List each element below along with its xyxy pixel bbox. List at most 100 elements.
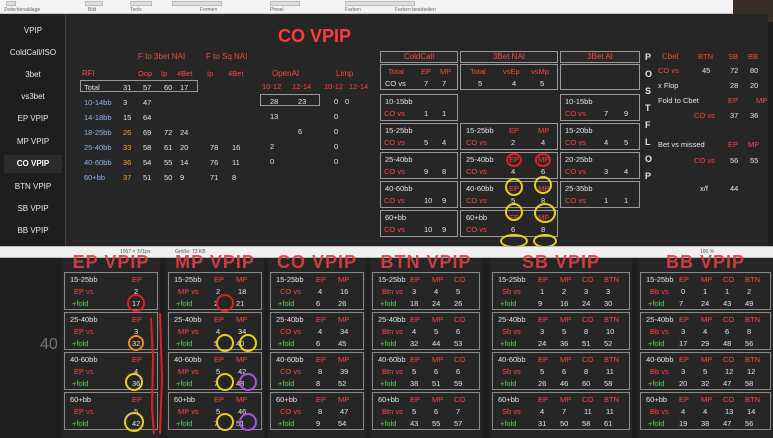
limp-value: 0 bbox=[345, 97, 350, 106]
coldcall-ep-value: 10 bbox=[424, 196, 433, 205]
limp-col: 12-14 bbox=[349, 82, 369, 91]
page-title: CO VPIP bbox=[278, 26, 352, 46]
limp-title: Limp bbox=[336, 69, 354, 78]
rfi-value: 11 bbox=[232, 158, 240, 167]
bvm-ep-val: 56 bbox=[730, 156, 739, 165]
ribbon-label: Zwischenablage bbox=[4, 7, 41, 13]
rfi-row-label: 18-25bb bbox=[84, 128, 112, 137]
3bet-ai-stack-label: 10-15bb bbox=[565, 97, 593, 106]
sidebar-item-btn-vpip[interactable]: BTN VPIP bbox=[4, 178, 62, 196]
coldcall-row-prefix: CO vs bbox=[384, 138, 405, 147]
bvm-col-mp: MP bbox=[748, 140, 760, 149]
3bet-ai-ep-value: 1 bbox=[604, 196, 609, 205]
limp-value: 0 bbox=[334, 127, 339, 136]
lower-sheet: 40 EP VPIP 15-25bb EP EP vs +fold 2 17 25-40bb E… bbox=[0, 252, 773, 438]
coldcall-mp-value: 4 bbox=[442, 138, 447, 147]
annotation-circle bbox=[506, 153, 522, 167]
coldcall-total-label: Total bbox=[388, 67, 404, 76]
ribbon-label: Pinsel bbox=[270, 7, 284, 13]
sidebar-item-co-vpip[interactable]: CO VPIP bbox=[4, 155, 62, 173]
3bet-ai-mp-value: 9 bbox=[624, 109, 629, 118]
tools-group[interactable] bbox=[130, 1, 152, 6]
3bet-col-ep: EP bbox=[509, 126, 520, 135]
3bet-ai-ep-value: 7 bbox=[604, 109, 609, 118]
rfi-value: 16 bbox=[232, 143, 241, 152]
bvm-col-ep: EP bbox=[728, 140, 739, 149]
3bet-row-prefix: CO vs bbox=[466, 225, 487, 234]
color-palette[interactable] bbox=[345, 1, 415, 6]
brush-button[interactable] bbox=[270, 1, 300, 6]
annotation-circle bbox=[124, 412, 144, 432]
rfi-row-label: 25-40bb bbox=[84, 143, 112, 152]
rfi-value: 57 bbox=[143, 83, 152, 92]
3bet-row-prefix: CO vs bbox=[466, 167, 487, 176]
cbet-col: BTN bbox=[698, 52, 713, 61]
3bet-stack-label: 15-25bb bbox=[466, 126, 494, 135]
sidebar-item-coldcall-iso[interactable]: ColdCall/ISO bbox=[4, 44, 62, 62]
coldcall-stack-label: 15-25bb bbox=[385, 126, 413, 135]
rfi-value: 24 bbox=[180, 128, 189, 137]
sidebar-item-bb-vpip[interactable]: BB VPIP bbox=[4, 222, 62, 240]
rfi-title: RFI bbox=[82, 69, 95, 78]
3bet-ai-header: 3Bet AI bbox=[560, 51, 640, 63]
annotation-circle bbox=[239, 413, 257, 431]
cbet-col: BB bbox=[748, 52, 759, 61]
3bet-stack-label: 25-40bb bbox=[466, 155, 494, 164]
annotation-circle bbox=[534, 203, 556, 223]
3bet-ep-value: 4 bbox=[511, 167, 516, 176]
sidebar-item-vpip[interactable]: VPIP bbox=[4, 22, 62, 40]
3bet-ep-value: 6 bbox=[511, 225, 516, 234]
limp-value: 0 bbox=[334, 142, 339, 151]
f-to-sq-header: F to Sq NAI bbox=[206, 52, 248, 61]
rfi-value: 60 bbox=[164, 83, 173, 92]
bet-vs-missed-label: Bet vs missed bbox=[658, 140, 705, 149]
postflop-letter: F bbox=[645, 120, 651, 130]
coldcall-col-ep: EP bbox=[421, 67, 432, 76]
coldcall-ep-value: 10 bbox=[424, 225, 433, 234]
limp-value: 0 bbox=[334, 97, 339, 106]
3bet-ai-row-prefix: CO vs bbox=[565, 109, 586, 118]
3bet-mp-value: 8 bbox=[541, 225, 546, 234]
coldcall-ep-value: 5 bbox=[424, 138, 429, 147]
cbet-value: 36 bbox=[750, 111, 759, 120]
cbet-value: 45 bbox=[702, 66, 711, 75]
sidebar-item-3bet[interactable]: 3bet bbox=[4, 66, 62, 84]
3bet-ai-row-prefix: CO vs bbox=[565, 138, 586, 147]
coldcall-ep-value: 1 bbox=[424, 109, 429, 118]
coldcall-mp-value: 9 bbox=[442, 196, 447, 205]
cbet-row-label: Fold to Cbet bbox=[658, 96, 699, 105]
col-oop: Oop bbox=[138, 69, 153, 78]
paste-button[interactable] bbox=[6, 1, 16, 6]
rfi-value: 55 bbox=[164, 158, 173, 167]
annotation-circle bbox=[505, 203, 523, 221]
annotation-layer bbox=[124, 294, 257, 435]
annotation-circle bbox=[239, 334, 257, 352]
sidebar-item-mp-vpip[interactable]: MP VPIP bbox=[4, 133, 62, 151]
3bet-col-vsmp: vsMp bbox=[531, 67, 549, 76]
select-button[interactable] bbox=[85, 1, 103, 6]
rfi-value: 14 bbox=[180, 158, 189, 167]
col-ip: Ip bbox=[207, 69, 214, 78]
coldcall-row-prefix: CO vs bbox=[384, 196, 405, 205]
limp-col: 10-12 bbox=[324, 82, 344, 91]
cbet-row-label: CO vs bbox=[694, 111, 715, 120]
3bet-ai-stack-label: 15-20bb bbox=[565, 126, 593, 135]
rfi-value: 15 bbox=[123, 113, 132, 122]
rfi-value: 47 bbox=[143, 98, 152, 107]
bvm-row-label: CO vs bbox=[694, 156, 715, 165]
coldcall-header: ColdCall bbox=[380, 51, 458, 63]
sidebar-item-ep-vpip[interactable]: EP VPIP bbox=[4, 110, 62, 128]
rfi-row-label: 60+bb bbox=[84, 173, 106, 182]
rfi-value: 17 bbox=[180, 83, 189, 92]
3bet-stack-label: 60+bb bbox=[466, 213, 488, 222]
sidebar-item-sb-vpip[interactable]: SB VPIP bbox=[4, 200, 62, 218]
3bet-row-prefix: CO vs bbox=[466, 196, 487, 205]
annotation-stroke bbox=[150, 317, 155, 435]
sidebar-item-vs3bet[interactable]: vs3bet bbox=[4, 88, 62, 106]
3bet-mp-value: 4 bbox=[541, 138, 546, 147]
shapes-gallery[interactable] bbox=[172, 1, 222, 6]
rfi-value: 36 bbox=[123, 158, 132, 167]
annotation-circle bbox=[216, 294, 234, 312]
coldcall-row-prefix: CO vs bbox=[384, 225, 405, 234]
rfi-value: 58 bbox=[143, 143, 152, 152]
